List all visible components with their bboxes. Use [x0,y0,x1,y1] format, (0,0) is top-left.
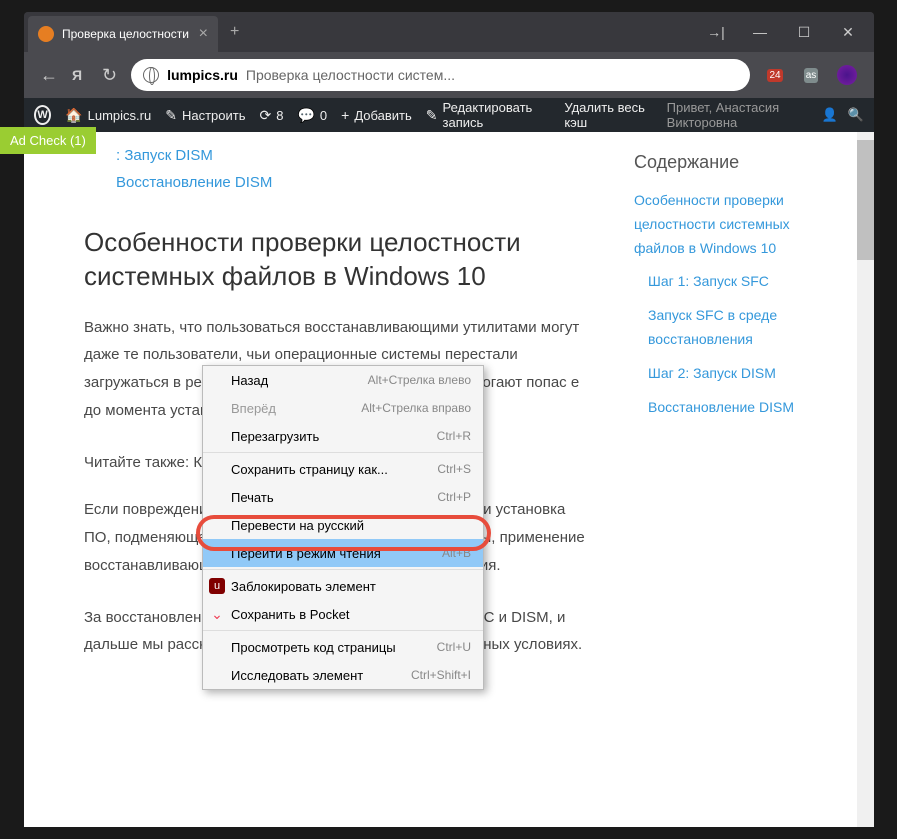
wordpress-admin-bar: W 🏠Lumpics.ru ✎Настроить ⟳8 💬0 +Добавить… [24,98,874,132]
reload-button[interactable]: ↻ [102,65,117,86]
toc-item[interactable]: Шаг 2: Запуск DISM [634,362,830,386]
url-input[interactable]: lumpics.ru Проверка целостности систем..… [131,59,750,91]
toc-item[interactable]: Запуск SFC в среде восстановления [634,304,830,352]
ublock-icon: u [209,578,225,594]
lastfm-addon[interactable]: as [800,64,822,86]
maximize-button[interactable]: ☐ [794,24,814,41]
window-controls: →| — ☐ ✕ [706,24,874,41]
url-domain: lumpics.ru [167,67,238,83]
ctx-reload[interactable]: ПерезагрузитьCtrl+R [203,422,483,450]
ctx-print[interactable]: ПечатьCtrl+P [203,483,483,511]
wp-customize[interactable]: ✎Настроить [165,107,245,124]
ctx-block-element[interactable]: uЗаблокировать элемент [203,572,483,600]
titlebar: Проверка целостности × + →| — ☐ ✕ [24,12,874,52]
ctx-reader-mode[interactable]: Перейти в режим чтенияAlt+B [203,539,483,567]
browser-tab[interactable]: Проверка целостности × [28,16,218,52]
wp-edit-post[interactable]: ✎Редактировать запись [426,100,551,130]
address-bar: ← Я ↻ lumpics.ru Проверка целостности си… [24,52,874,98]
tab-title: Проверка целостности [62,27,191,41]
brush-icon: ✎ [165,107,177,124]
ad-check-badge[interactable]: Ad Check (1) [0,127,96,154]
ctx-forward: ВперёдAlt+Стрелка вправо [203,394,483,422]
link-dism-start[interactable]: : Запуск DISM [116,142,594,169]
ctx-save-pocket[interactable]: ⌄Сохранить в Pocket [203,600,483,628]
user-icon: 👤 [822,107,838,123]
ctx-back[interactable]: НазадAlt+Стрелка влево [203,366,483,394]
ctx-separator [203,569,483,570]
favicon [38,26,54,42]
wp-greeting[interactable]: Привет, Анастасия Викторовна [667,100,812,130]
top-links: : Запуск DISM Восстановление DISM [84,142,594,196]
vertical-scrollbar[interactable] [857,132,874,827]
ctx-view-source[interactable]: Просмотреть код страницыCtrl+U [203,633,483,661]
ublock-addon[interactable]: 24 [764,64,786,86]
firefox-addon[interactable] [836,64,858,86]
pocket-icon: ⌄ [209,606,225,622]
home-icon: 🏠 [65,107,82,124]
ctx-separator [203,630,483,631]
comment-icon: 💬 [297,107,314,124]
ctx-save-as[interactable]: Сохранить страницу как...Ctrl+S [203,455,483,483]
ctx-inspect[interactable]: Исследовать элементCtrl+Shift+I [203,661,483,689]
toc-item[interactable]: Особенности проверки целостности системн… [634,189,830,260]
wp-site-link[interactable]: 🏠Lumpics.ru [65,107,151,124]
link-dism-restore[interactable]: Восстановление DISM [116,169,594,196]
wp-add-new[interactable]: +Добавить [341,107,412,123]
toc-sidebar: Содержание Особенности проверки целостно… [624,132,850,827]
plus-icon: + [341,107,349,123]
wp-clear-cache[interactable]: Удалить весь кэш [564,100,652,130]
ctx-translate[interactable]: Перевести на русский [203,511,483,539]
article-heading: Особенности проверки целостности системн… [84,226,594,294]
minimize-button[interactable]: — [750,24,770,41]
tab-close-icon[interactable]: × [199,25,208,43]
search-icon[interactable]: 🔍 [848,107,864,123]
back-button[interactable]: ← [40,65,58,86]
ctx-separator [203,452,483,453]
globe-icon [143,67,159,83]
pencil-icon: ✎ [426,107,438,124]
wordpress-logo-icon[interactable]: W [34,105,51,125]
toc-item[interactable]: Шаг 1: Запуск SFC [634,270,830,294]
yandex-logo[interactable]: Я [72,67,88,83]
wp-updates[interactable]: ⟳8 [259,107,283,124]
new-tab-button[interactable]: + [230,23,239,41]
url-path: Проверка целостности систем... [246,67,455,83]
refresh-icon: ⟳ [259,107,271,124]
context-menu: НазадAlt+Стрелка влево ВперёдAlt+Стрелка… [202,365,484,690]
collapse-sidebar-icon[interactable]: →| [706,24,726,41]
toc-title: Содержание [634,152,830,173]
wp-comments[interactable]: 💬0 [297,107,327,124]
scroll-thumb[interactable] [857,140,874,260]
toc-item[interactable]: Восстановление DISM [634,396,830,420]
close-button[interactable]: ✕ [838,24,858,41]
